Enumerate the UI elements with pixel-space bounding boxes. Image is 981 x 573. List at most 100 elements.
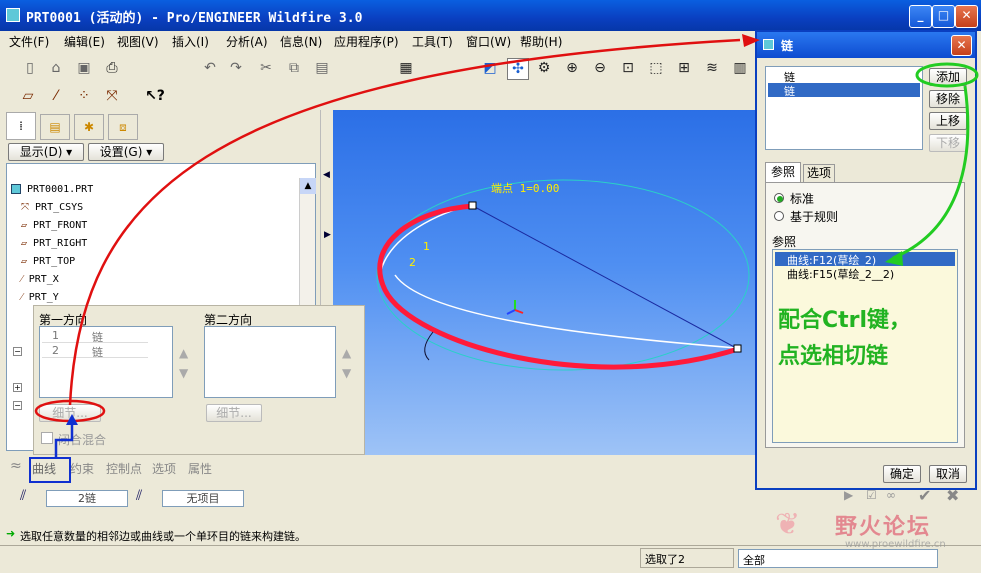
add-button[interactable]: 添加 <box>929 68 967 86</box>
datum-plane-icon[interactable]: ▱ <box>18 86 38 106</box>
minimize-button[interactable]: _ <box>909 5 932 28</box>
expand-arrow-icon[interactable]: ▶ <box>324 230 331 240</box>
tree-item-front[interactable]: ▱ PRT_FRONT <box>21 220 87 231</box>
tab-control-points[interactable]: 控制点 <box>106 460 142 477</box>
first-direction-list[interactable]: 1 链 2 链 <box>39 326 173 398</box>
second-direction-collector[interactable]: 无项目 <box>162 490 244 507</box>
scroll-up-arrow[interactable]: ▲ <box>300 178 316 194</box>
maximize-button[interactable]: □ <box>932 5 955 28</box>
menu-file[interactable]: 文件(F) <box>9 33 49 50</box>
repaint-icon[interactable]: ◩ <box>480 58 500 78</box>
tab-constraints[interactable]: 约束 <box>70 460 94 477</box>
tree-expand-icon[interactable]: + <box>13 383 22 392</box>
tab-options[interactable]: 选项 <box>803 164 835 182</box>
tree-root[interactable]: PRT0001.PRT <box>27 184 93 195</box>
view-icon[interactable]: ⬚ <box>646 58 666 78</box>
feature-tab-row: ≈ 曲线 约束 控制点 选项 属性 <box>6 458 326 478</box>
new-icon[interactable]: ▯ <box>20 58 40 78</box>
datum-axis-icon[interactable]: ⁄ <box>46 86 66 106</box>
undo-icon[interactable]: ↶ <box>200 58 220 78</box>
context-help-icon[interactable]: ↖? <box>145 86 165 106</box>
tab-curves[interactable]: 曲线 <box>32 460 56 477</box>
tab-properties[interactable]: 属性 <box>188 460 212 477</box>
second-direction-list[interactable] <box>204 326 336 398</box>
closed-blend-checkbox[interactable] <box>41 432 53 444</box>
chain-dialog: 链 ✕ 链 链 添加 移除 上移 下移 参照 选项 标准 基于规则 参照 曲线:… <box>755 30 977 490</box>
open-icon[interactable]: ⌂ <box>46 58 66 78</box>
spin-center-icon[interactable]: ✣ <box>507 58 529 80</box>
graphics-window[interactable]: 端点 1=0.00 1 2 <box>333 110 755 455</box>
list-item[interactable]: 1 链 <box>42 329 148 344</box>
tab-references[interactable]: 参照 <box>765 162 801 182</box>
tab-folder-browser[interactable]: ▤ <box>40 114 70 140</box>
dialog-close-button[interactable]: ✕ <box>951 35 972 56</box>
remove-button[interactable]: 移除 <box>929 90 967 108</box>
glasses-icon[interactable]: ∞ <box>886 488 896 502</box>
tab-options[interactable]: 选项 <box>152 460 176 477</box>
standard-radio[interactable] <box>774 193 784 203</box>
first-direction-collector[interactable]: 2链 <box>46 490 128 507</box>
redo-icon[interactable]: ↷ <box>226 58 246 78</box>
menu-view[interactable]: 视图(V) <box>117 33 159 50</box>
cut-icon[interactable]: ✂ <box>256 58 276 78</box>
zoom-in-icon[interactable]: ⊕ <box>562 58 582 78</box>
part-icon <box>11 184 21 194</box>
move-up-button[interactable]: 上移 <box>929 112 967 130</box>
cancel-button[interactable]: 取消 <box>929 465 967 483</box>
list-item[interactable]: 链 <box>768 83 920 98</box>
settings-dropdown[interactable]: 设置(G) ▾ <box>88 143 164 161</box>
list-item[interactable]: 链 <box>768 69 920 84</box>
menu-applications[interactable]: 应用程序(P) <box>334 33 399 50</box>
move-up-arrow-icon[interactable]: ▲ <box>179 346 188 360</box>
collapse-arrow-icon[interactable]: ◀ <box>323 170 330 180</box>
close-button[interactable]: ✕ <box>955 5 978 28</box>
move-down-arrow-icon[interactable]: ▼ <box>179 366 188 380</box>
move-down-arrow-icon[interactable]: ▼ <box>342 366 351 380</box>
list-item[interactable]: 2 链 <box>42 344 148 359</box>
tab-model-tree[interactable]: ⁞ <box>6 112 36 140</box>
menu-insert[interactable]: 插入(I) <box>172 33 209 50</box>
tree-item-right[interactable]: ▱ PRT_RIGHT <box>21 238 87 249</box>
details-button-second[interactable]: 细节... <box>206 404 262 422</box>
preview-icon[interactable]: ☑ <box>866 488 877 502</box>
print-icon[interactable]: ⎙ <box>102 58 122 78</box>
tree-expand-icon[interactable]: − <box>13 347 22 356</box>
move-up-arrow-icon[interactable]: ▲ <box>342 346 351 360</box>
show-dropdown[interactable]: 显示(D) ▾ <box>8 143 84 161</box>
rule-based-radio[interactable] <box>774 211 784 221</box>
details-button-first[interactable]: 细节... <box>39 404 101 422</box>
menu-tools[interactable]: 工具(T) <box>412 33 453 50</box>
save-icon[interactable]: ▣ <box>74 58 94 78</box>
refit-icon[interactable]: ⊡ <box>618 58 638 78</box>
menu-edit[interactable]: 编辑(E) <box>64 33 105 50</box>
tree-item-y[interactable]: ⁄ PRT_Y <box>21 292 59 303</box>
ok-button[interactable]: 确定 <box>883 465 921 483</box>
tab-favorites[interactable]: ✱ <box>74 114 104 140</box>
tab-connections[interactable]: ⧈ <box>108 114 138 140</box>
model-geometry <box>376 179 750 371</box>
tree-item-csys[interactable]: ⤧ PRT_CSYS <box>21 202 83 213</box>
tree-item-x[interactable]: ⁄ PRT_X <box>21 274 59 285</box>
zoom-out-icon[interactable]: ⊖ <box>590 58 610 78</box>
list-item[interactable]: 曲线:F15(草绘_2__2) <box>775 266 955 281</box>
menu-help[interactable]: 帮助(H) <box>520 33 562 50</box>
list-item[interactable]: 曲线:F12(草绘_2) <box>775 252 955 267</box>
chain-list[interactable]: 链 链 <box>765 66 923 150</box>
tree-item-top[interactable]: ▱ PRT_TOP <box>21 256 75 267</box>
menu-info[interactable]: 信息(N) <box>280 33 322 50</box>
datum-csys-icon[interactable]: ⤧ <box>102 86 122 106</box>
pause-icon[interactable]: ▶ <box>844 488 853 502</box>
menu-window[interactable]: 窗口(W) <box>466 33 511 50</box>
saved-views-icon[interactable]: ⊞ <box>674 58 694 78</box>
datum-point-icon[interactable]: ⁘ <box>74 86 94 106</box>
paste-icon[interactable]: ▤ <box>312 58 332 78</box>
menu-analysis[interactable]: 分析(A) <box>226 33 268 50</box>
dialog-title-bar: 链 ✕ <box>757 32 975 58</box>
move-down-button[interactable]: 下移 <box>929 134 967 152</box>
orient-icon[interactable]: ⚙ <box>534 58 554 78</box>
regenerate-icon[interactable]: ▦ <box>396 58 416 78</box>
copy-icon[interactable]: ⧉ <box>284 58 304 78</box>
layers-icon[interactable]: ≋ <box>702 58 722 78</box>
tree-expand-icon[interactable]: − <box>13 401 22 410</box>
model-tree-icon[interactable]: ▥ <box>730 58 750 78</box>
